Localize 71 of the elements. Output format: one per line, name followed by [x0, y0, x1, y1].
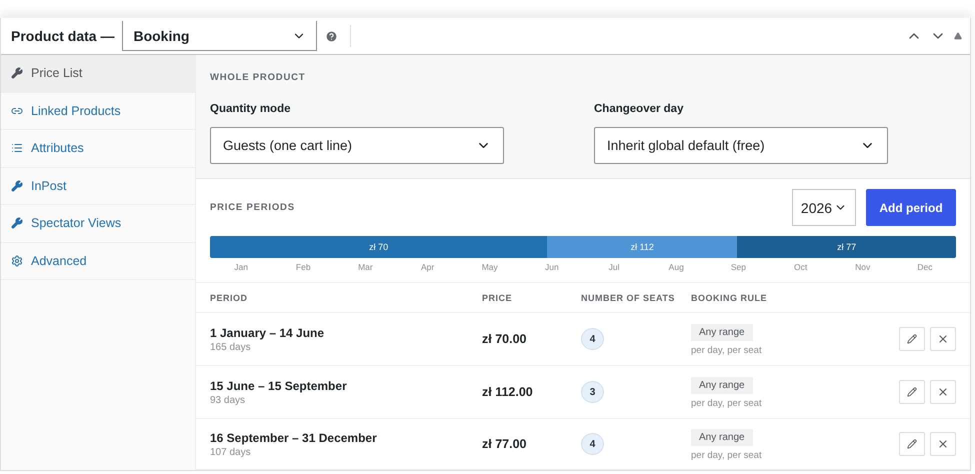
timeline-segment: zł 112	[547, 236, 738, 258]
period-price: zł 70.00	[482, 332, 528, 346]
booking-rule-tag: Any range	[691, 324, 753, 341]
sidebar-tab[interactable]: InPost	[1, 168, 195, 205]
collapse-icon[interactable]	[954, 32, 962, 40]
month-label: Apr	[420, 262, 436, 272]
close-icon	[937, 438, 949, 450]
month-label: Nov	[854, 262, 872, 272]
field-label: Changeover day	[594, 103, 684, 115]
month-label: May	[480, 262, 499, 272]
booking-rule-note: per day, per seat	[691, 345, 763, 356]
delete-button[interactable]	[930, 432, 956, 456]
wrench-icon	[11, 217, 23, 230]
month-label: Sep	[730, 262, 747, 272]
period-days: 165 days	[210, 342, 482, 352]
product-type-select[interactable]: Booking	[122, 21, 318, 51]
sidebar-tab[interactable]: Linked Products	[1, 92, 195, 130]
month-label: Feb	[294, 262, 312, 272]
pencil-icon	[907, 387, 917, 397]
wrench-icon	[11, 67, 23, 80]
close-icon	[937, 333, 949, 345]
seats-count: 3	[581, 381, 604, 403]
period-range: 15 June – 15 September	[210, 378, 348, 392]
sidebar-tab[interactable]: Advanced	[1, 242, 195, 280]
booking-rule-tag: Any range	[691, 429, 753, 446]
month-label: Oct	[792, 262, 808, 272]
edit-button[interactable]	[899, 380, 925, 404]
add-period-button[interactable]: Add period	[866, 189, 956, 226]
edit-button[interactable]	[899, 327, 925, 351]
timeline-segment: zł 77	[737, 236, 956, 258]
booking-rule-note: per day, per seat	[691, 398, 763, 409]
field-label: Quantity mode	[210, 103, 292, 115]
sidebar-tab[interactable]: Spectator Views	[1, 205, 195, 242]
section-heading: PRICE PERIODS	[210, 202, 295, 213]
close-icon	[937, 386, 949, 398]
column-header: PERIOD	[210, 292, 249, 302]
wrench-icon	[11, 180, 23, 192]
pencil-icon	[907, 334, 917, 344]
booking-rule-tag: Any range	[691, 377, 753, 394]
month-label: Mar	[357, 262, 374, 272]
panel-title: Product data —	[11, 28, 114, 44]
period-price: zł 112.00	[482, 385, 534, 399]
booking-rule-note: per day, per seat	[691, 450, 763, 461]
gear-icon	[11, 254, 23, 267]
column-header: NUMBER OF SEATS	[581, 292, 676, 302]
pencil-icon	[907, 439, 917, 449]
edit-button[interactable]	[899, 432, 925, 456]
column-header: BOOKING RULE	[691, 292, 768, 302]
help-icon[interactable]	[325, 30, 338, 42]
month-label: Dec	[916, 262, 934, 272]
select-field[interactable]: Guests (one cart line)	[210, 127, 504, 164]
month-label: Aug	[668, 262, 685, 272]
period-days: 93 days	[210, 394, 482, 406]
month-label: Jan	[233, 262, 249, 272]
period-days: 107 days	[210, 446, 482, 458]
period-price: zł 77.00	[482, 437, 528, 451]
select-field[interactable]: Inherit global default (free)	[594, 127, 888, 164]
period-range: 16 September – 31 December	[210, 430, 378, 444]
sidebar-tab[interactable]: Price List	[1, 55, 195, 92]
sidebar-tab[interactable]: Attributes	[1, 130, 195, 168]
timeline-segment: zł 70	[210, 236, 548, 258]
seats-count: 4	[581, 328, 604, 350]
month-label: Jul	[608, 262, 621, 272]
delete-button[interactable]	[930, 380, 956, 404]
column-header: PRICE	[482, 292, 514, 302]
month-label: Jun	[544, 262, 560, 272]
period-range: 1 January – 14 June	[210, 326, 326, 340]
year-select[interactable]: 2026	[792, 189, 856, 226]
delete-button[interactable]	[930, 327, 956, 351]
seats-count: 4	[581, 433, 604, 455]
section-heading: WHOLE PRODUCT	[210, 72, 306, 83]
